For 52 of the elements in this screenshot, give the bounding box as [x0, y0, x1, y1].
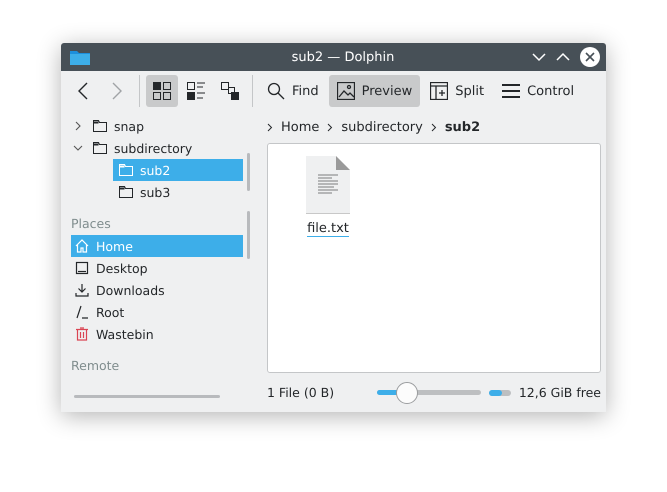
- preview-button[interactable]: Preview: [328, 75, 420, 107]
- zoom-slider[interactable]: [376, 382, 481, 404]
- scrollbar[interactable]: [74, 395, 220, 398]
- download-icon: [75, 283, 89, 297]
- free-space-label: 12,6 GiB free: [518, 385, 601, 400]
- control-button[interactable]: Control: [494, 75, 582, 107]
- folder-icon: [119, 186, 133, 198]
- section-heading: Places: [71, 214, 112, 232]
- text-file-icon[interactable]: [306, 156, 350, 214]
- search-icon: [267, 82, 285, 100]
- minimize-icon[interactable]: [532, 52, 546, 62]
- breadcrumb-item[interactable]: Home: [281, 120, 320, 134]
- monitor-icon: [75, 261, 89, 275]
- chevron-icon: [430, 122, 437, 132]
- folder-icon: [93, 120, 107, 132]
- scrollbar[interactable]: [247, 153, 250, 191]
- folder-icon: [119, 164, 133, 176]
- chevron-icon: [267, 122, 273, 132]
- file-name[interactable]: file.txt: [307, 221, 349, 237]
- home-icon: [75, 239, 89, 253]
- places-item[interactable]: Wastebin: [71, 323, 243, 345]
- chevron-right-icon: [111, 82, 123, 100]
- folder-tree-item[interactable]: snap: [87, 115, 243, 137]
- folder-tree-item[interactable]: sub3: [113, 181, 243, 203]
- scrollbar[interactable]: [247, 211, 250, 259]
- disk-usage-bar: [488, 390, 511, 396]
- breadcrumb-item[interactable]: subdirectory: [341, 120, 423, 134]
- slash-icon: [75, 305, 89, 319]
- status-summary: 1 File (0 B): [267, 385, 334, 400]
- folder-icon: [70, 49, 90, 65]
- places-item[interactable]: Downloads: [71, 279, 243, 301]
- chevron-icon: [327, 122, 334, 132]
- menu-icon: [502, 82, 520, 100]
- maximize-icon[interactable]: [556, 52, 570, 62]
- window-title: sub2 — Dolphin: [290, 50, 396, 64]
- section-heading: Remote: [71, 356, 120, 374]
- tree-view-icon: [221, 82, 239, 100]
- folder-tree-item[interactable]: subdirectory: [87, 137, 243, 159]
- split-button[interactable]: Split: [422, 75, 492, 107]
- image-icon: [336, 82, 355, 100]
- list-icon: [187, 82, 205, 100]
- close-icon[interactable]: [580, 47, 600, 67]
- places-item[interactable]: Root: [71, 301, 243, 323]
- places-item[interactable]: Desktop: [71, 257, 243, 279]
- split-icon: [430, 82, 448, 100]
- icons-view-button[interactable]: [146, 75, 178, 107]
- trash-icon: [75, 327, 89, 341]
- grid-icon: [153, 82, 171, 100]
- find-button[interactable]: Find: [259, 75, 327, 107]
- breadcrumb-item[interactable]: sub2: [444, 120, 480, 134]
- folder-icon: [93, 142, 107, 154]
- chevron-left-icon: [77, 82, 89, 100]
